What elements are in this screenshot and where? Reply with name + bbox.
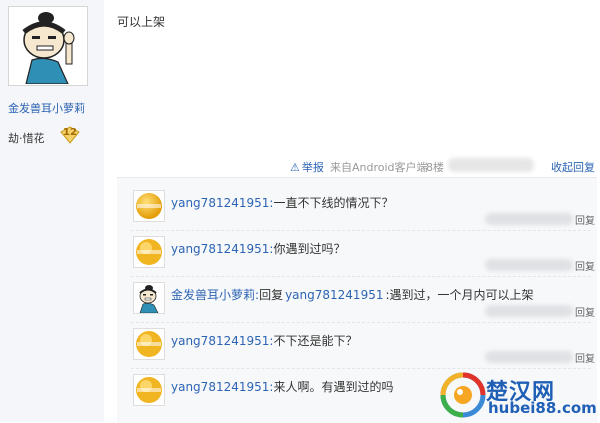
report-label: 举报 — [301, 161, 324, 174]
reply-text: 你遇到过吗？ — [273, 242, 346, 256]
reply-item: yang781241951:你遇到过吗？ 回复 — [117, 224, 597, 273]
reply-text: 来人啊。有遇到过的吗 — [273, 380, 394, 394]
level-number: 12 — [63, 127, 77, 138]
reply-avatar[interactable] — [133, 236, 165, 268]
reply-avatar[interactable] — [133, 374, 165, 406]
author-rank: 劫·惜花 — [8, 132, 45, 145]
reply-text: 不下还是能下？ — [273, 334, 358, 348]
collapse-replies-link[interactable]: 收起回复 — [551, 159, 595, 175]
reply-username[interactable]: yang781241951 — [171, 334, 269, 348]
gold-ball-icon — [136, 239, 162, 265]
cartoon-face-icon — [10, 8, 86, 84]
reply-avatar[interactable] — [133, 282, 165, 314]
reply-avatar[interactable] — [133, 328, 165, 360]
reply-avatar[interactable] — [133, 190, 165, 222]
gold-ball-icon — [136, 193, 162, 219]
reply-username[interactable]: yang781241951 — [171, 380, 269, 394]
level-badge: 12 — [60, 126, 80, 144]
reply-target-user[interactable]: yang781241951 — [285, 288, 383, 302]
reply-username[interactable]: yang781241951 — [171, 196, 269, 210]
reply-text: 一直不下线的情况下？ — [273, 196, 394, 210]
reply-username[interactable]: 金发兽耳小萝莉 — [171, 288, 255, 302]
reply-username[interactable]: yang781241951 — [171, 242, 269, 256]
author-avatar[interactable] — [8, 6, 88, 86]
warning-icon: ⚠ — [290, 161, 300, 174]
gold-ball-icon — [136, 331, 162, 357]
client-source: 来自Android客户端 — [330, 161, 428, 174]
post-content: 可以上架 — [117, 15, 166, 29]
site-logo-icon — [440, 372, 486, 418]
floor-number: 8楼 — [426, 161, 444, 174]
blurred-timestamp — [448, 158, 534, 172]
post-toolbar: ⚠ 举报 来自Android客户端 8楼 收起回复 — [290, 158, 595, 175]
gold-ball-icon — [136, 377, 162, 403]
report-link[interactable]: ⚠ 举报 — [290, 159, 324, 175]
cartoon-face-icon — [134, 283, 164, 313]
site-watermark: 楚汉网 hubei88.com — [440, 370, 598, 420]
reply-item: 金发兽耳小萝莉:回复 yang781241951:遇到过，一个月内可以上架 回复 — [117, 270, 597, 319]
watermark-url: hubei88.com — [488, 399, 597, 417]
reply-text: :遇到过，一个月内可以上架 — [385, 288, 534, 302]
reply-item: yang781241951:不下还是能下？ 回复 — [117, 316, 597, 365]
author-sidebar: 金发兽耳小萝莉 劫·惜花 12 — [0, 0, 104, 422]
author-name-link[interactable]: 金发兽耳小萝莉 — [8, 100, 85, 116]
reply-item: yang781241951:一直不下线的情况下？ 回复 — [117, 178, 597, 227]
